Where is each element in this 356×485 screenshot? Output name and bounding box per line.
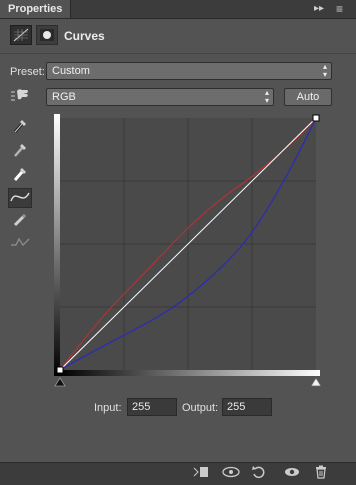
on-image-adjust-icon[interactable] <box>8 87 32 107</box>
dropdown-arrows-icon: ▴ ▾ <box>322 62 327 79</box>
preset-label: Preset: <box>10 66 45 78</box>
dropdown-arrows-icon: ▴ ▾ <box>264 88 269 105</box>
layer-mask-icon[interactable] <box>36 25 58 45</box>
auto-button[interactable]: Auto <box>284 88 332 106</box>
panel-title: Curves <box>64 29 105 43</box>
adjustments-curves-icon[interactable] <box>10 25 32 45</box>
channel-dropdown[interactable]: RGB ▴ ▾ <box>46 88 274 106</box>
panel-bottom-bar <box>0 462 356 485</box>
tab-properties-label: Properties <box>8 3 63 15</box>
output-label: Output: <box>182 402 219 414</box>
view-previous-state-icon[interactable] <box>220 465 242 483</box>
input-label: Input: <box>94 402 122 414</box>
white-input-slider-handle[interactable] <box>310 377 322 387</box>
tab-properties[interactable]: Properties <box>0 0 72 18</box>
edit-points-curve-icon[interactable] <box>8 188 32 208</box>
sample-white-point-icon[interactable] <box>8 166 32 186</box>
reset-icon[interactable] <box>248 465 270 483</box>
black-point-handle[interactable] <box>56 366 64 374</box>
sample-black-point-icon[interactable] <box>8 118 32 138</box>
sample-gray-point-icon[interactable] <box>8 142 32 162</box>
smooth-curve-icon[interactable] <box>8 234 32 254</box>
black-input-slider-handle[interactable] <box>54 377 66 387</box>
input-slider <box>54 377 322 387</box>
input-gradient-bar <box>54 114 60 376</box>
output-field[interactable]: 255 <box>222 398 272 416</box>
preset-dropdown[interactable]: Custom ▴ ▾ <box>46 62 332 80</box>
panel-menu-icon[interactable]: ≡ <box>336 0 343 18</box>
preset-value: Custom <box>52 65 90 77</box>
toggle-visibility-icon[interactable] <box>281 465 303 483</box>
input-field[interactable]: 255 <box>127 398 177 416</box>
collapse-panel-icon[interactable]: ▸▸ <box>314 0 324 18</box>
clip-to-layer-icon[interactable] <box>190 465 212 483</box>
properties-header: Curves <box>0 19 356 54</box>
white-point-handle[interactable] <box>312 114 320 122</box>
draw-curve-pencil-icon[interactable] <box>8 212 32 232</box>
panel-tabbar: Properties ▸▸ ≡ <box>0 0 356 19</box>
channel-value: RGB <box>52 91 76 103</box>
delete-icon[interactable] <box>310 465 332 483</box>
curves-graph[interactable] <box>54 114 320 376</box>
